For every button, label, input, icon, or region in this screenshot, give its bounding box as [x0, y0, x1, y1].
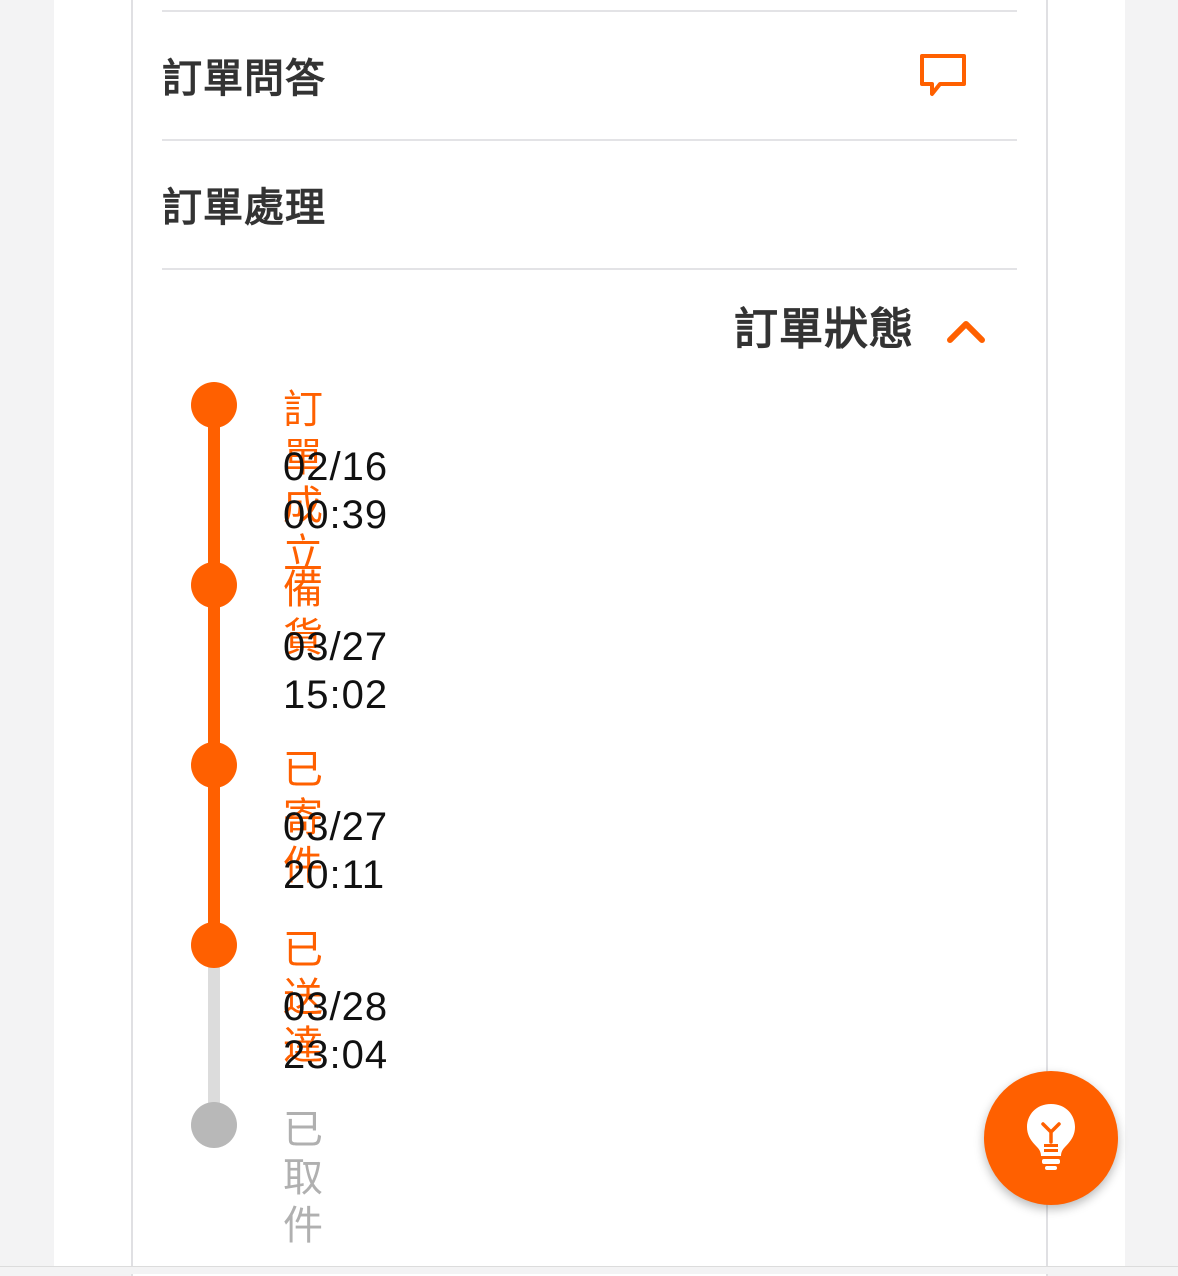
content-area: 訂單問答 訂單處理 訂單狀態 訂單成立 02/16 00:39 備貨 03/27…: [54, 0, 1125, 1276]
timeline-dot: [191, 562, 237, 608]
divider: [162, 10, 1017, 12]
step-time: 03/28 23:04: [283, 985, 389, 1077]
timeline-dot: [191, 1102, 237, 1148]
divider: [162, 139, 1017, 141]
timeline-dot: [191, 922, 237, 968]
tips-button[interactable]: [984, 1071, 1118, 1205]
order-status-label: 訂單狀態: [734, 304, 914, 355]
lightbulb-icon: [1021, 1100, 1081, 1176]
step-time: 03/27 15:02: [283, 625, 389, 717]
chevron-up-icon: [944, 308, 988, 352]
timeline-line-completed: [208, 405, 220, 945]
step-time: 02/16 00:39: [283, 445, 389, 537]
chat-bubble-icon[interactable]: [918, 50, 970, 102]
step-time: 03/27 20:11: [283, 805, 389, 897]
timeline-dot: [191, 742, 237, 788]
divider: [162, 268, 1017, 270]
order-qa-title: 訂單問答: [162, 56, 326, 102]
order-status-toggle[interactable]: 訂單狀態: [734, 302, 988, 358]
step-label: 已取件: [283, 1107, 324, 1249]
timeline-line-pending: [208, 945, 220, 1125]
timeline-dot: [191, 382, 237, 428]
order-processing-title: 訂單處理: [162, 185, 326, 231]
